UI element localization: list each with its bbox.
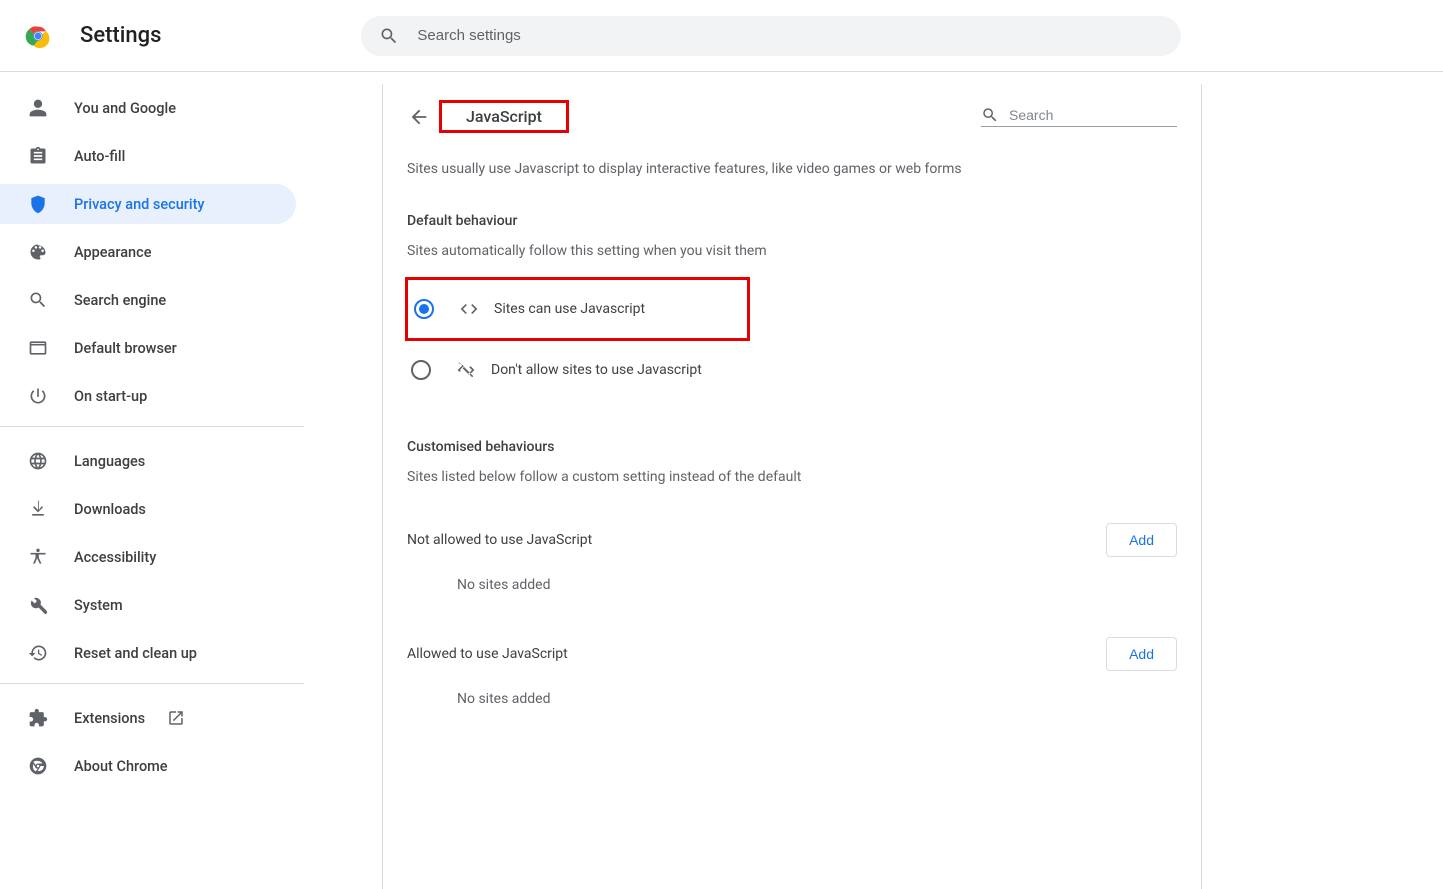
allowed-label: Allowed to use JavaScript bbox=[407, 646, 568, 662]
sidebar-item-label: Privacy and security bbox=[74, 196, 205, 213]
restore-icon bbox=[28, 643, 48, 663]
add-allowed-button[interactable]: Add bbox=[1106, 637, 1177, 671]
sidebar-item-label: Default browser bbox=[74, 340, 177, 357]
wrench-icon bbox=[28, 595, 48, 615]
sidebar-item-on-startup[interactable]: On start-up bbox=[0, 376, 296, 416]
sidebar: You and Google Auto-fill Privacy and sec… bbox=[0, 72, 304, 889]
radio-button-checked[interactable] bbox=[414, 299, 434, 319]
settings-search-input[interactable] bbox=[417, 27, 1163, 44]
shield-icon bbox=[28, 194, 48, 214]
radio-label: Sites can use Javascript bbox=[494, 301, 645, 317]
sidebar-item-search-engine[interactable]: Search engine bbox=[0, 280, 296, 320]
highlight-box: Sites can use Javascript bbox=[405, 277, 750, 341]
puzzle-icon bbox=[28, 708, 48, 728]
palette-icon bbox=[28, 242, 48, 262]
intro-text: Sites usually use Javascript to display … bbox=[407, 149, 1177, 205]
sidebar-item-label: Reset and clean up bbox=[74, 645, 197, 662]
sidebar-item-label: Accessibility bbox=[74, 549, 156, 566]
globe-icon bbox=[28, 451, 48, 471]
download-icon bbox=[28, 499, 48, 519]
back-button[interactable] bbox=[407, 105, 431, 129]
sidebar-item-label: Languages bbox=[74, 453, 145, 470]
custom-behaviours-title: Customised behaviours bbox=[407, 399, 1177, 455]
sidebar-item-system[interactable]: System bbox=[0, 585, 296, 625]
allowed-empty: No sites added bbox=[407, 675, 1177, 731]
sidebar-item-you-and-google[interactable]: You and Google bbox=[0, 88, 296, 128]
search-icon bbox=[379, 26, 399, 46]
external-link-icon bbox=[167, 709, 185, 727]
divider bbox=[0, 683, 304, 684]
code-off-icon bbox=[455, 360, 477, 380]
search-icon bbox=[981, 106, 999, 124]
settings-panel: JavaScript Sites usually use Javascript … bbox=[382, 84, 1202, 889]
divider bbox=[0, 426, 304, 427]
main: JavaScript Sites usually use Javascript … bbox=[304, 72, 1443, 889]
sidebar-item-label: Search engine bbox=[74, 292, 166, 309]
browser-icon bbox=[28, 338, 48, 358]
sidebar-item-label: About Chrome bbox=[74, 758, 168, 775]
code-icon bbox=[458, 299, 480, 319]
allowed-header: Allowed to use JavaScript Add bbox=[407, 617, 1177, 675]
panel-header: JavaScript bbox=[383, 84, 1201, 149]
sidebar-item-languages[interactable]: Languages bbox=[0, 441, 296, 481]
sidebar-item-about[interactable]: About Chrome bbox=[0, 746, 296, 786]
sidebar-item-label: Downloads bbox=[74, 501, 146, 518]
not-allowed-label: Not allowed to use JavaScript bbox=[407, 532, 592, 548]
panel-title: JavaScript bbox=[439, 100, 569, 133]
radio-block-js[interactable]: Don't allow sites to use Javascript bbox=[411, 341, 1173, 399]
page-title: Settings bbox=[80, 23, 161, 48]
sidebar-item-reset[interactable]: Reset and clean up bbox=[0, 633, 296, 673]
sidebar-item-downloads[interactable]: Downloads bbox=[0, 489, 296, 529]
not-allowed-empty: No sites added bbox=[407, 561, 1177, 617]
search-icon bbox=[28, 290, 48, 310]
app-header: Settings bbox=[0, 0, 1443, 72]
clipboard-icon bbox=[28, 146, 48, 166]
chrome-icon bbox=[28, 756, 48, 776]
sidebar-item-default-browser[interactable]: Default browser bbox=[0, 328, 296, 368]
accessibility-icon bbox=[28, 547, 48, 567]
custom-behaviours-sub: Sites listed below follow a custom setti… bbox=[407, 455, 1177, 503]
settings-search[interactable] bbox=[361, 16, 1181, 56]
sidebar-item-autofill[interactable]: Auto-fill bbox=[0, 136, 296, 176]
default-behaviour-title: Default behaviour bbox=[407, 205, 1177, 229]
power-icon bbox=[28, 386, 48, 406]
radio-label: Don't allow sites to use Javascript bbox=[491, 362, 702, 378]
radio-group: Sites can use Javascript Don't allow sit… bbox=[407, 277, 1177, 399]
panel-search-input[interactable] bbox=[1009, 107, 1190, 123]
not-allowed-header: Not allowed to use JavaScript Add bbox=[407, 503, 1177, 561]
sidebar-item-label: You and Google bbox=[74, 100, 176, 117]
sidebar-item-label: Appearance bbox=[74, 244, 151, 261]
panel-search[interactable] bbox=[981, 106, 1177, 127]
sidebar-item-label: Auto-fill bbox=[74, 148, 125, 165]
sidebar-item-label: Extensions bbox=[74, 710, 145, 727]
add-not-allowed-button[interactable]: Add bbox=[1106, 523, 1177, 557]
sidebar-item-label: On start-up bbox=[74, 388, 147, 405]
sidebar-item-extensions[interactable]: Extensions bbox=[0, 698, 296, 738]
sidebar-item-appearance[interactable]: Appearance bbox=[0, 232, 296, 272]
chrome-logo-icon bbox=[24, 22, 52, 50]
sidebar-item-accessibility[interactable]: Accessibility bbox=[0, 537, 296, 577]
radio-allow-js[interactable]: Sites can use Javascript bbox=[414, 280, 747, 338]
person-icon bbox=[28, 98, 48, 118]
sidebar-item-label: System bbox=[74, 597, 123, 614]
default-behaviour-sub: Sites automatically follow this setting … bbox=[407, 229, 1177, 277]
sidebar-item-privacy[interactable]: Privacy and security bbox=[0, 184, 296, 224]
radio-button-unchecked[interactable] bbox=[411, 360, 431, 380]
